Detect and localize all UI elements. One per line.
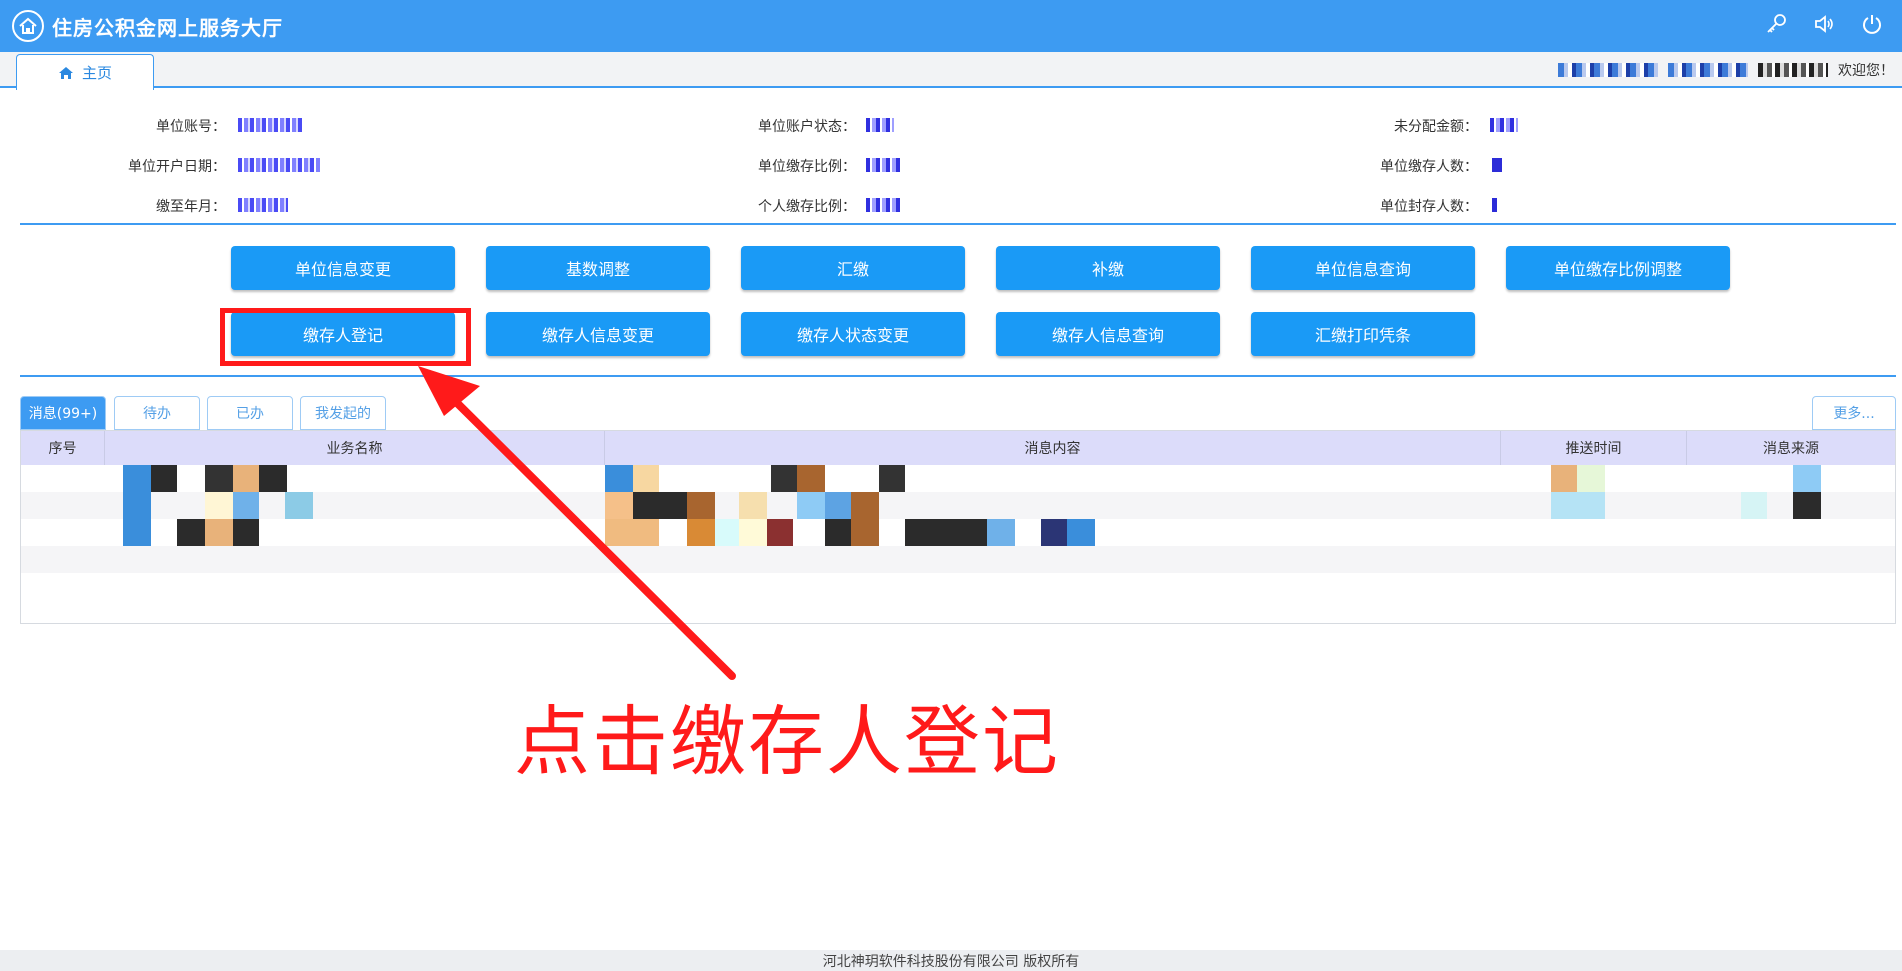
col-source: 消息来源 — [1763, 441, 1819, 457]
depositors-value — [1492, 158, 1502, 172]
account-status-value — [866, 118, 894, 132]
table-row[interactable] — [21, 465, 1895, 492]
tab-home[interactable]: 主页 — [16, 54, 154, 90]
messages-table: 序号 业务名称 消息内容 推送时间 消息来源 — [20, 430, 1896, 624]
unit-info-panel: 单位账号： 单位账户状态： 未分配金额： 单位开户日期： 单位缴存比例： 单位缴… — [0, 104, 1902, 224]
speaker-icon[interactable] — [1810, 10, 1838, 38]
user-name-redacted — [1758, 63, 1828, 77]
btn-depositor-status-change[interactable]: 缴存人状态变更 — [741, 312, 965, 356]
col-message-content: 消息内容 — [605, 431, 1501, 465]
unit-account-label: 单位账号： — [156, 119, 226, 135]
table-header: 序号 业务名称 消息内容 推送时间 消息来源 — [21, 431, 1895, 465]
btn-remit[interactable]: 汇缴 — [741, 246, 965, 290]
tab-done[interactable]: 已办 — [207, 396, 293, 430]
more-link[interactable]: 更多... — [1812, 396, 1896, 430]
divider-bottom — [20, 375, 1896, 377]
home-icon — [58, 66, 73, 79]
col-index: 序号 — [21, 431, 105, 465]
btn-depositor-info-change[interactable]: 缴存人信息变更 — [486, 312, 710, 356]
btn-unit-info-change[interactable]: 单位信息变更 — [231, 246, 455, 290]
paid-to-value — [238, 198, 288, 212]
unallocated-label: 未分配金额： — [1394, 119, 1478, 135]
btn-unit-info-query[interactable]: 单位信息查询 — [1251, 246, 1475, 290]
account-status-label: 单位账户状态： — [758, 119, 856, 135]
col-business-name: 业务名称 — [105, 431, 605, 465]
btn-supplement[interactable]: 补缴 — [996, 246, 1220, 290]
sealed-value — [1492, 198, 1497, 212]
table-row[interactable] — [21, 546, 1895, 573]
tab-todo[interactable]: 待办 — [114, 396, 200, 430]
unit-ratio-value — [866, 158, 902, 172]
btn-remit-print-receipt[interactable]: 汇缴打印凭条 — [1251, 312, 1475, 356]
unit-account-value — [238, 118, 304, 132]
copyright-text: 河北神玥软件科技股份有限公司 版权所有 — [822, 953, 1080, 970]
personal-ratio-value — [866, 198, 902, 212]
sealed-label: 单位封存人数： — [1380, 199, 1478, 215]
tab-bar: 主页 欢迎您！ — [0, 52, 1902, 90]
table-row[interactable] — [21, 573, 1895, 600]
paid-to-label: 缴至年月： — [156, 199, 226, 215]
footer: 河北神玥软件科技股份有限公司 版权所有 — [0, 950, 1902, 971]
user-id-redacted — [1668, 63, 1748, 77]
user-area: 欢迎您！ — [1558, 60, 1894, 80]
tab-home-label: 主页 — [81, 64, 112, 82]
btn-depositor-info-query[interactable]: 缴存人信息查询 — [996, 312, 1220, 356]
divider-top — [20, 223, 1896, 225]
key-icon[interactable] — [1762, 10, 1790, 38]
tab-messages[interactable]: 消息(99+) — [20, 396, 106, 430]
power-icon[interactable] — [1858, 10, 1886, 38]
logo-home-icon — [12, 10, 44, 42]
tab-initiated[interactable]: 我发起的 — [300, 396, 386, 430]
table-row[interactable] — [21, 492, 1895, 519]
app-header: 住房公积金网上服务大厅 — [0, 0, 1902, 52]
annotation-highlight-box — [220, 308, 471, 366]
btn-unit-ratio-adjust[interactable]: 单位缴存比例调整 — [1506, 246, 1730, 290]
user-org-redacted — [1558, 63, 1658, 77]
table-row[interactable] — [21, 519, 1895, 546]
btn-base-adjust[interactable]: 基数调整 — [486, 246, 710, 290]
app-title: 住房公积金网上服务大厅 — [52, 15, 283, 40]
unallocated-value — [1490, 118, 1518, 132]
unit-open-date-value — [238, 158, 320, 172]
depositors-label: 单位缴存人数： — [1380, 159, 1478, 175]
annotation-text: 点击缴存人登记 — [514, 697, 1060, 786]
welcome-text: 欢迎您！ — [1838, 63, 1894, 79]
col-push-time: 推送时间 — [1501, 431, 1687, 465]
personal-ratio-label: 个人缴存比例： — [758, 199, 856, 215]
unit-ratio-label: 单位缴存比例： — [758, 159, 856, 175]
unit-open-date-label: 单位开户日期： — [128, 159, 226, 175]
